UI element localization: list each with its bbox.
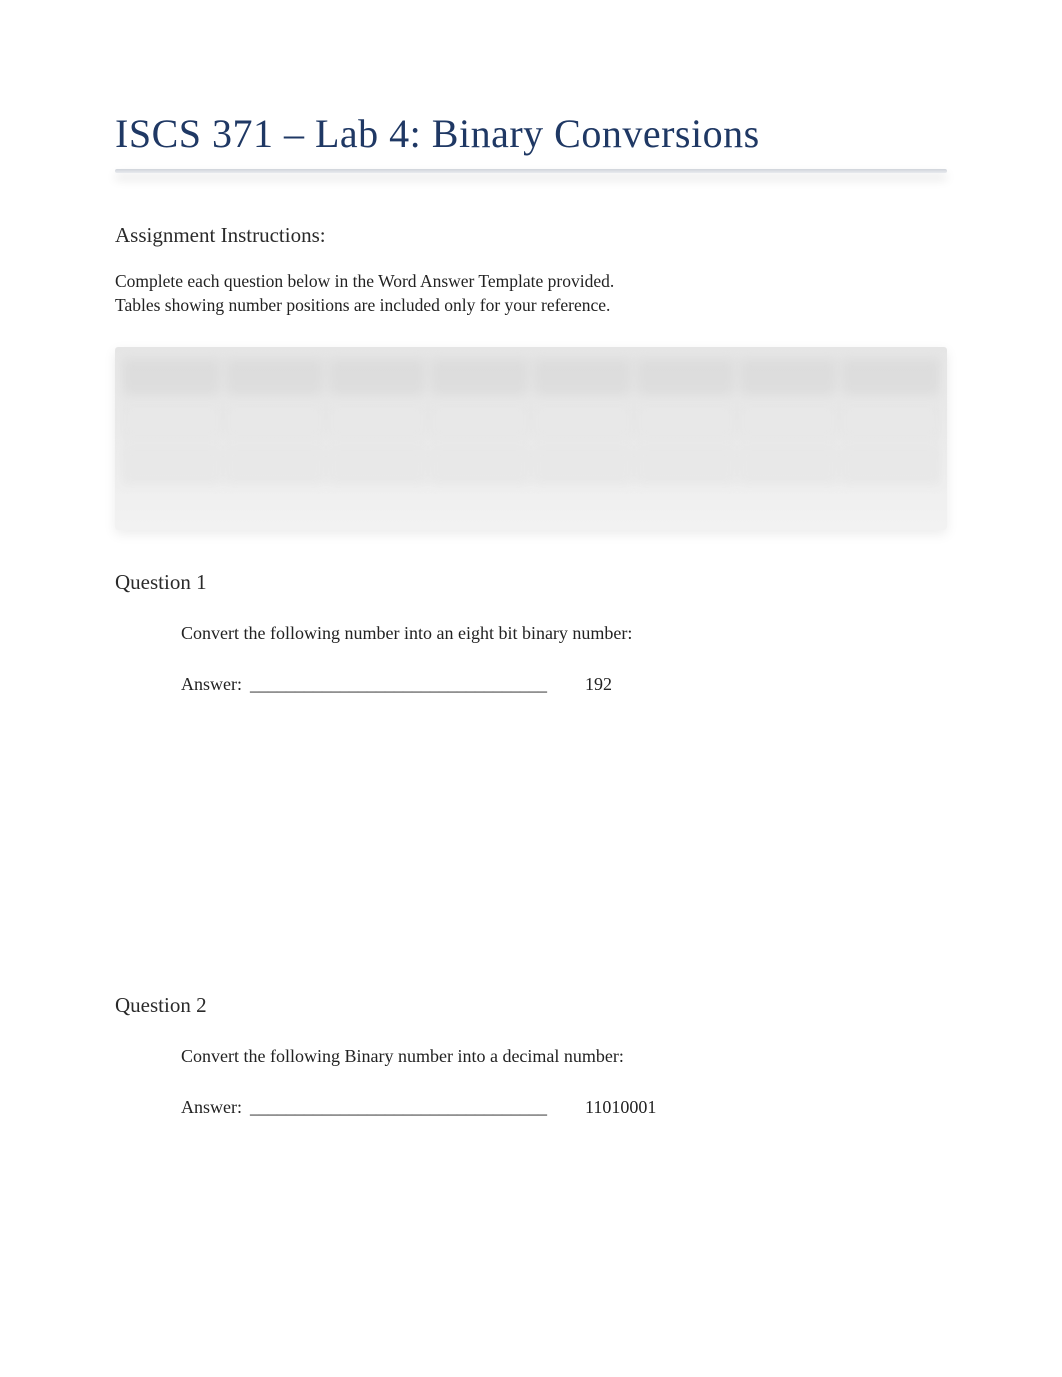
table-cell bbox=[740, 403, 837, 439]
question-1-block: Question 1 Convert the following number … bbox=[115, 570, 947, 695]
table-cell bbox=[740, 359, 837, 395]
answer-blank: _________________________________ bbox=[250, 674, 547, 695]
instructions-line-1: Complete each question below in the Word… bbox=[115, 270, 947, 294]
page-title: ISCS 371 – Lab 4: Binary Conversions bbox=[115, 110, 947, 157]
reference-table bbox=[117, 351, 945, 491]
table-cell bbox=[226, 359, 323, 395]
table-cell bbox=[534, 403, 631, 439]
question-2-answer-row: Answer: ________________________________… bbox=[181, 1097, 947, 1118]
question-2-prompt: Convert the following Binary number into… bbox=[181, 1046, 947, 1067]
table-cell bbox=[842, 447, 939, 483]
table-cell bbox=[431, 359, 528, 395]
answer-label: Answer: bbox=[181, 674, 242, 695]
table-cell bbox=[329, 447, 426, 483]
table-cell bbox=[329, 403, 426, 439]
table-row bbox=[123, 447, 939, 483]
table-row bbox=[123, 359, 939, 395]
answer-value: 192 bbox=[585, 674, 612, 695]
question-1-answer-row: Answer: ________________________________… bbox=[181, 674, 947, 695]
table-row bbox=[123, 403, 939, 439]
instructions-heading: Assignment Instructions: bbox=[115, 223, 947, 248]
table-cell bbox=[123, 403, 220, 439]
question-2-heading: Question 2 bbox=[115, 993, 947, 1018]
instructions-text: Complete each question below in the Word… bbox=[115, 270, 947, 317]
question-1-content: Convert the following number into an eig… bbox=[115, 623, 947, 695]
table-cell bbox=[842, 403, 939, 439]
table-cell bbox=[226, 403, 323, 439]
table-cell bbox=[329, 359, 426, 395]
answer-blank: _________________________________ bbox=[250, 1097, 547, 1118]
table-cell bbox=[637, 403, 734, 439]
table-cell bbox=[637, 359, 734, 395]
table-cell bbox=[534, 447, 631, 483]
question-1-heading: Question 1 bbox=[115, 570, 947, 595]
table-cell bbox=[431, 403, 528, 439]
question-1-prompt: Convert the following number into an eig… bbox=[181, 623, 947, 644]
answer-value: 11010001 bbox=[585, 1097, 656, 1118]
table-cell bbox=[637, 447, 734, 483]
table-cell bbox=[226, 447, 323, 483]
table-cell bbox=[842, 359, 939, 395]
question-2-block: Question 2 Convert the following Binary … bbox=[115, 993, 947, 1118]
reference-table-wrapper bbox=[115, 347, 947, 530]
question-2-content: Convert the following Binary number into… bbox=[115, 1046, 947, 1118]
question-spacer bbox=[115, 723, 947, 993]
title-underline bbox=[115, 169, 947, 173]
table-cell bbox=[123, 447, 220, 483]
table-cell bbox=[534, 359, 631, 395]
table-cell bbox=[740, 447, 837, 483]
table-cell bbox=[431, 447, 528, 483]
table-cell bbox=[123, 359, 220, 395]
instructions-line-2: Tables showing number positions are incl… bbox=[115, 294, 947, 318]
answer-label: Answer: bbox=[181, 1097, 242, 1118]
